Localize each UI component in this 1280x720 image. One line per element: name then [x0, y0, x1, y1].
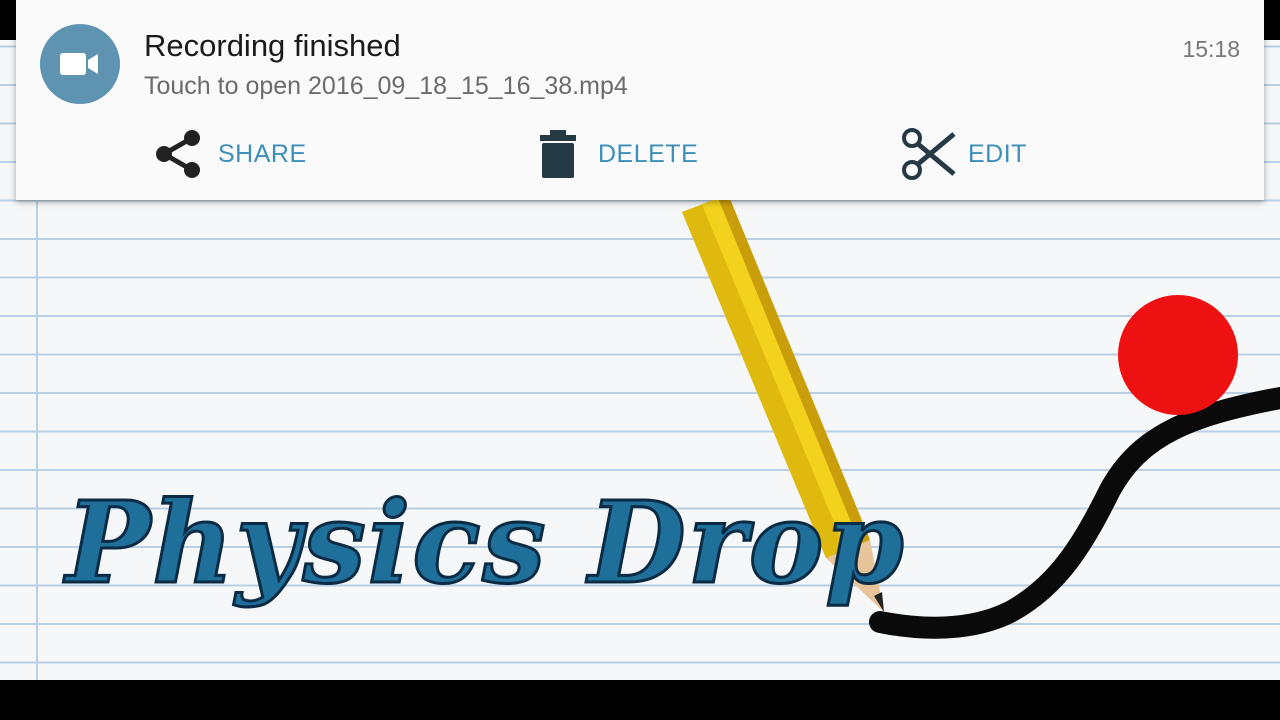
trash-icon [530, 126, 586, 182]
video-camera-icon [40, 24, 120, 104]
notification-title: Recording finished [144, 28, 401, 63]
scissors-icon [900, 126, 956, 182]
share-label: SHARE [218, 139, 307, 168]
notification-text: Touch to open 2016_09_18_15_16_38.mp4 [144, 72, 628, 100]
notification-time: 15:18 [1182, 36, 1240, 62]
edit-button[interactable]: EDIT [900, 124, 1027, 184]
delete-label: DELETE [598, 139, 699, 168]
navigation-bar [0, 680, 1280, 720]
share-button[interactable]: SHARE [150, 124, 307, 184]
recording-notification[interactable]: Recording finished Touch to open 2016_09… [16, 0, 1264, 200]
edit-label: EDIT [968, 139, 1027, 168]
share-icon [150, 126, 206, 182]
drawn-line [869, 387, 1280, 639]
game-title: Physics Drop [65, 477, 906, 611]
red-ball [1118, 295, 1238, 415]
delete-button[interactable]: DELETE [530, 124, 698, 184]
